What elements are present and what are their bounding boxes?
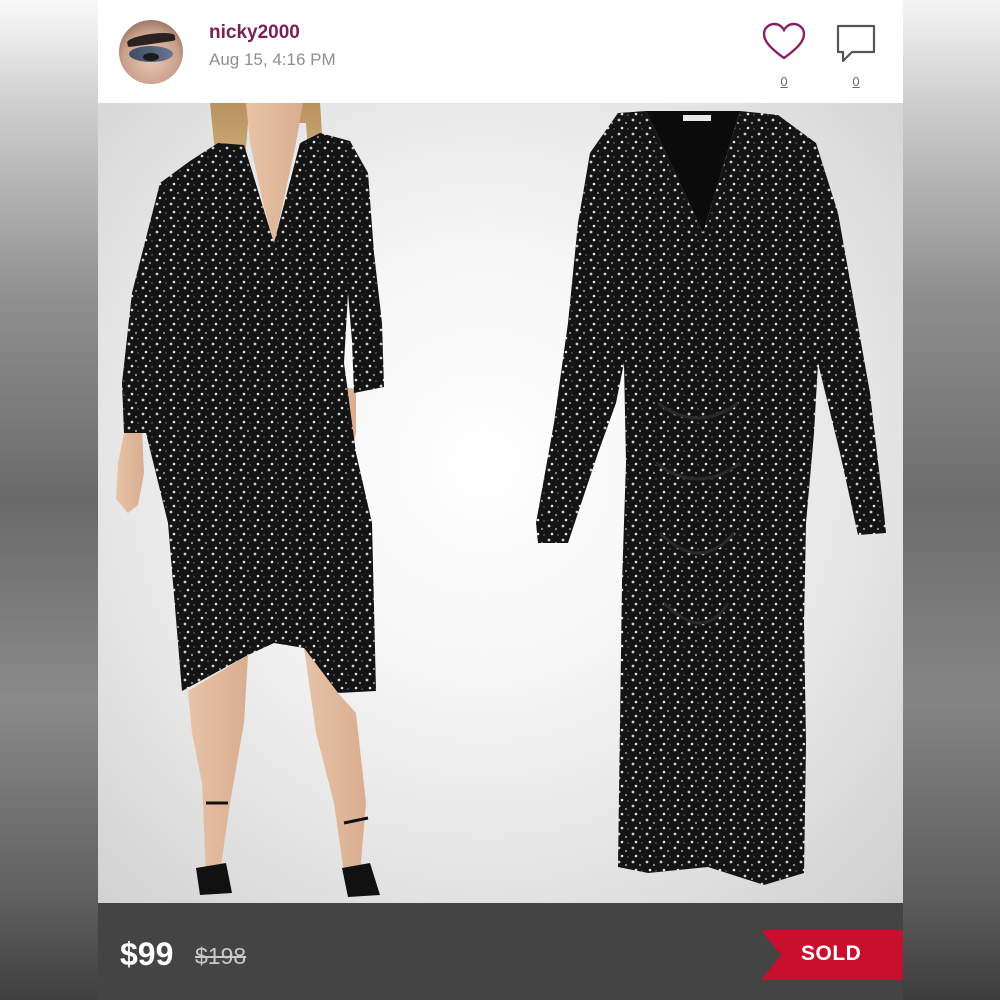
sold-badge: SOLD <box>761 930 903 980</box>
comment-count[interactable]: 0 <box>834 74 878 89</box>
listing-footer: $99 $198 SOLD <box>98 903 903 1000</box>
original-price: $198 <box>195 943 247 969</box>
background-blur-right <box>903 0 1000 1000</box>
post-header: nicky2000 Aug 15, 4:16 PM 0 0 <box>98 0 903 103</box>
like-count[interactable]: 0 <box>762 74 806 89</box>
username[interactable]: nicky2000 <box>209 22 300 44</box>
listing-photo[interactable] <box>98 103 903 903</box>
heart-icon <box>762 22 806 60</box>
sold-label: SOLD <box>801 942 862 965</box>
post-timestamp: Aug 15, 4:16 PM <box>209 50 336 69</box>
background-blur-left <box>0 0 98 1000</box>
price: $99 <box>120 936 174 972</box>
listing-card: nicky2000 Aug 15, 4:16 PM 0 0 $99 $198 S… <box>98 0 903 1000</box>
like-button[interactable]: 0 <box>762 22 806 92</box>
avatar[interactable] <box>119 20 183 84</box>
dress-photo <box>536 111 886 885</box>
model-photo <box>116 103 384 897</box>
speech-bubble-icon <box>836 24 876 63</box>
comment-button[interactable]: 0 <box>834 22 878 92</box>
